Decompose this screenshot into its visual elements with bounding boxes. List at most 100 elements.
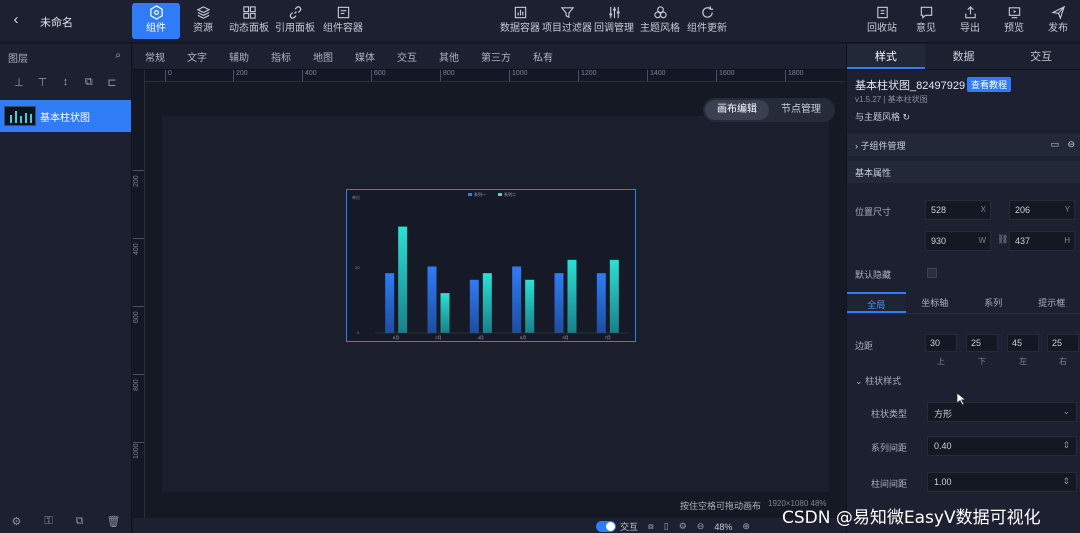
tool-dynamic-panel-button[interactable]: 动态面板 [226, 3, 272, 39]
palette-icon [637, 5, 683, 23]
tab-general[interactable]: 常规 [145, 49, 165, 64]
tab-private[interactable]: 私有 [533, 49, 553, 64]
chevron-down-icon: ⌄ [1062, 406, 1070, 416]
preview-button[interactable]: 预览 [998, 3, 1030, 39]
tab-style[interactable]: 样式 [847, 44, 925, 69]
layer-item-bar-chart[interactable]: 基本柱状图 [0, 100, 131, 132]
bar-2-1 [398, 226, 408, 333]
folder-icon[interactable]: ▭ [1050, 139, 1059, 150]
tool-ref-panel-button[interactable]: 引用面板 [272, 3, 318, 39]
margin-left-input[interactable]: 45 [1007, 334, 1039, 352]
tab-map[interactable]: 地图 [313, 49, 333, 64]
data-icon [498, 5, 542, 23]
chart-unit-label: 单位 [352, 194, 360, 200]
tab-interaction[interactable]: 交互 [397, 49, 417, 64]
back-arrow-icon[interactable]: ‹ [8, 12, 24, 28]
view-tutorial-button[interactable]: 查看教程 [967, 77, 1012, 92]
node-manage-option[interactable]: 节点管理 [769, 100, 833, 120]
search-icon[interactable]: ⌕ [115, 50, 121, 61]
container-icon [318, 5, 368, 23]
theme-style-button[interactable]: 主题风格 [637, 3, 683, 39]
child-component-section[interactable]: › 子组件管理 ▭ ⊖ [847, 134, 1080, 156]
tab-other[interactable]: 其他 [439, 49, 459, 64]
move-updown-icon[interactable]: ↕ [59, 76, 73, 90]
ruler-tick: 1800 [785, 70, 804, 81]
snapshot-icon[interactable]: ⧇ [648, 521, 654, 532]
cube-icon [132, 5, 180, 23]
bar-type-label: 柱状类型 [871, 409, 908, 419]
layout-icon[interactable]: ▯ [664, 521, 669, 532]
series-gap-stepper[interactable]: 0.40 ⇕ [927, 436, 1077, 456]
data-container-button[interactable]: 数据容器 [498, 3, 542, 39]
subtab-series[interactable]: 系列 [964, 292, 1023, 313]
lock-icon[interactable]: ⚿ [44, 515, 52, 528]
basic-props-section: 基本属性 [847, 161, 1080, 183]
group-icon[interactable]: ⧉ [82, 76, 96, 90]
series-gap-label: 系列间距 [871, 443, 908, 453]
margin-top-input[interactable]: 30 [925, 334, 957, 352]
tab-interaction-panel[interactable]: 交互 [1002, 44, 1080, 69]
move-top-icon[interactable]: ⊥ [12, 76, 26, 90]
component-update-button[interactable]: 组件更新 [684, 3, 730, 39]
layer-footer: ⚙ ⚿ ⧉ 🗑 [0, 509, 132, 533]
property-panel: 样式 数据 交互 基本柱状图_82497929 查看教程 v1.5.27 | 基… [846, 44, 1080, 533]
tab-indicator[interactable]: 指标 [271, 49, 291, 64]
margin-caption: 上 [937, 357, 945, 366]
project-name[interactable]: 未命名 [40, 14, 73, 30]
watermark: CSDN @易知微EasyV数据可视化 [782, 508, 1041, 528]
tab-data[interactable]: 数据 [925, 44, 1003, 69]
feedback-button[interactable]: 意见 [910, 3, 942, 39]
tool-components-button[interactable]: 组件 [132, 3, 180, 39]
canvas-edit-option[interactable]: 画布编辑 [705, 100, 769, 120]
subtab-global[interactable]: 全局 [847, 292, 906, 313]
ruler-tick: 1200 [578, 70, 597, 81]
copy-icon[interactable]: ⧉ [76, 515, 84, 528]
tab-third-party[interactable]: 第三方 [481, 49, 511, 64]
remove-icon[interactable]: ⊖ [1067, 139, 1075, 150]
margin-caption: 右 [1059, 357, 1067, 366]
subtab-tooltip[interactable]: 提示框 [1023, 292, 1080, 313]
child-manage-label: 子组件管理 [860, 141, 906, 151]
margin-label: 边距 [855, 341, 874, 351]
tool-container-button[interactable]: 组件容器 [318, 3, 368, 39]
bar-type-select[interactable]: 方形 ⌄ [927, 402, 1077, 422]
margin-bottom-input[interactable]: 25 [966, 334, 998, 352]
height-input[interactable]: 437 H [1009, 231, 1075, 251]
margin-right-input[interactable]: 25 [1047, 334, 1079, 352]
bar-style-section[interactable]: ⌄ 柱状样式 [855, 374, 901, 387]
callback-manage-button[interactable]: 回调管理 [592, 3, 636, 39]
layers-icon [180, 5, 226, 23]
bar-2-2 [440, 293, 450, 333]
export-button[interactable]: 导出 [954, 3, 986, 39]
zoom-out-icon[interactable]: ⊖ [697, 521, 705, 532]
pos-x-input[interactable]: 528 X [925, 200, 991, 220]
recycle-bin-button[interactable]: 回收站 [866, 3, 898, 39]
tab-text[interactable]: 文字 [187, 49, 207, 64]
chart-legend: 系列一 系列二 [468, 191, 516, 197]
ruler-tick: 600 [133, 306, 144, 326]
bar-gap-stepper[interactable]: 1.00 ⇕ [927, 472, 1077, 492]
default-hidden-checkbox[interactable] [927, 268, 937, 278]
publish-button[interactable]: 发布 [1042, 3, 1074, 39]
theme-style-link[interactable]: 与主题风格 ↻ [855, 110, 910, 123]
tab-media[interactable]: 媒体 [355, 49, 375, 64]
interact-toggle[interactable] [596, 521, 616, 532]
bar-chart-component[interactable]: 单位 20 0 系列一 系列二 6月 2月 4月 5月 3月 7月 [346, 189, 636, 342]
move-bottom-icon[interactable]: ⊤ [35, 76, 49, 90]
ungroup-icon[interactable]: ⊏ [105, 76, 119, 90]
lock-ratio-icon[interactable]: ⛓ [997, 234, 1008, 245]
width-input[interactable]: 930 W [925, 231, 991, 251]
tool-resources-button[interactable]: 资源 [180, 3, 226, 39]
settings-icon[interactable]: ⚙ [11, 515, 21, 528]
project-filter-button[interactable]: 项目过滤器 [542, 3, 592, 39]
zoom-value[interactable]: 48% [714, 522, 732, 532]
subtab-axis[interactable]: 坐标轴 [906, 292, 965, 313]
delete-icon[interactable]: 🗑 [107, 515, 121, 528]
layer-panel-title: 图层 [8, 54, 28, 65]
pos-y-input[interactable]: 206 Y [1009, 200, 1075, 220]
settings-gear-icon[interactable]: ⚙ [679, 521, 687, 532]
x-tick-label: 6月 [393, 335, 399, 340]
zoom-in-icon[interactable]: ⊕ [742, 521, 750, 532]
tab-auxiliary[interactable]: 辅助 [229, 49, 249, 64]
preview-icon [998, 5, 1030, 23]
